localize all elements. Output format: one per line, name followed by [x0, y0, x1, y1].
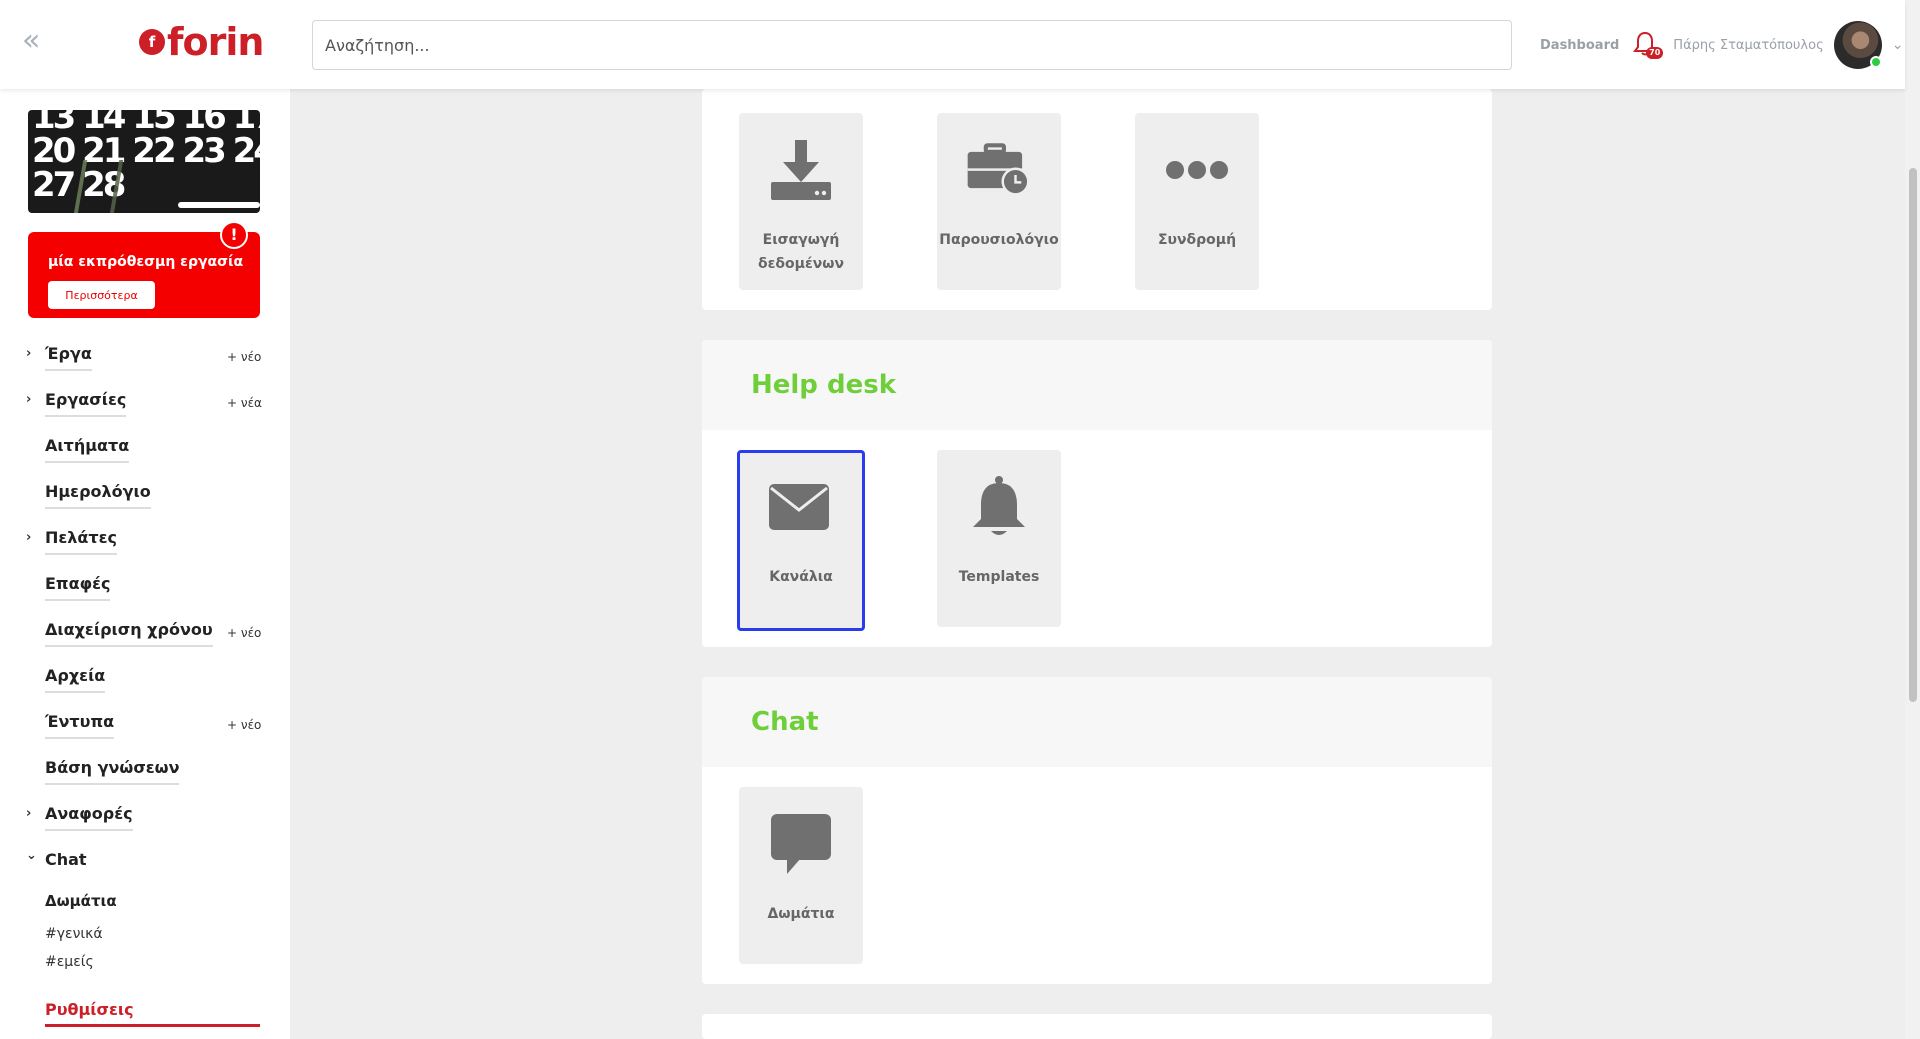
sidebar-item-label: Αιτήματα — [45, 436, 130, 463]
exclamation-icon: ! — [220, 221, 248, 249]
chevron-right-icon: › — [26, 346, 32, 361]
tile-label: Κανάλια — [740, 565, 862, 589]
sidebar-item-label: Αναφορές — [45, 804, 133, 831]
sidebar-sub-rooms[interactable]: Δωμάτια — [0, 888, 290, 922]
sidebar-item-contacts[interactable]: Επαφές — [0, 566, 290, 612]
sidebar-sub-label: #γενικά — [45, 926, 103, 942]
tile-label-line: Συνδρομή — [1157, 232, 1237, 248]
sidebar-item-label: Chat — [45, 850, 87, 869]
section-next-card — [702, 1014, 1492, 1039]
section-chat-card: Chat Δωμάτια — [702, 677, 1492, 984]
page-scrollbar[interactable] — [1905, 0, 1920, 1039]
chat-bubble-icon — [768, 811, 834, 877]
sidebar: 13 14 15 16 17 20 21 22 23 24 27 28 μία … — [0, 89, 290, 1039]
shelf-decoration — [178, 202, 260, 208]
sidebar-item-label: Εργασίες — [45, 390, 127, 417]
sidebar-item-label: Ημερολόγιο — [45, 482, 151, 509]
briefcase-clock-icon — [966, 137, 1032, 203]
tile-label: Δωμάτια — [739, 902, 863, 926]
more-dots-icon — [1164, 137, 1230, 203]
tile-label: Παρουσιολόγιο — [937, 228, 1061, 252]
tile-data-import[interactable]: Εισαγωγή δεδομένων — [739, 113, 863, 290]
sidebar-item-label: Ρυθμίσεις — [45, 1000, 134, 1019]
scrollbar-thumb[interactable] — [1909, 168, 1917, 702]
tile-label-line: δεδομένων — [758, 256, 844, 272]
sidebar-sub-label: #εμείς — [45, 954, 94, 970]
envelope-icon — [766, 474, 832, 540]
sidebar-item-label: Έντυπα — [45, 712, 115, 739]
section-header: Help desk — [702, 340, 1492, 430]
notifications-button[interactable]: 70 — [1633, 31, 1664, 59]
sidebar-item-label: Βάση γνώσεων — [45, 758, 180, 785]
active-indicator — [45, 1024, 260, 1027]
sidebar-item-time-management[interactable]: Διαχείριση χρόνου + νέο — [0, 612, 290, 658]
chevron-down-icon: ⌄ — [26, 848, 37, 863]
sidebar-sub-channel-general[interactable]: #γενικά — [0, 922, 290, 950]
top-header: « f forin Dashboard 70 Πάρης Σταματόπουλ… — [0, 0, 1905, 89]
tile-subscription[interactable]: Συνδρομή — [1135, 113, 1259, 290]
header-right: Dashboard 70 Πάρης Σταματόπουλος ⌄ — [1540, 21, 1904, 69]
new-task-link[interactable]: + νέα — [227, 396, 262, 410]
bell-icon — [966, 474, 1032, 540]
sidebar-item-settings[interactable]: Ρυθμίσεις — [0, 994, 290, 1034]
sidebar-nav: › Έργα + νέο › Εργασίες + νέα Αιτήματα Η… — [0, 336, 290, 1034]
chevron-right-icon: › — [26, 530, 32, 545]
download-tray-icon — [768, 137, 834, 203]
sidebar-item-requests[interactable]: Αιτήματα — [0, 428, 290, 474]
overdue-alert-text: μία εκπρόθεσμη εργασία — [48, 254, 244, 270]
logo-mark: f — [139, 29, 165, 55]
sidebar-sub-label: Δωμάτια — [45, 892, 117, 910]
tile-label-line: Δωμάτια — [767, 906, 835, 922]
section-header: Chat — [702, 677, 1492, 767]
tile-label: Templates — [937, 565, 1061, 589]
new-form-link[interactable]: + νέο — [227, 718, 261, 732]
notification-count-badge: 70 — [1646, 47, 1664, 59]
sidebar-item-files[interactable]: Αρχεία — [0, 658, 290, 704]
sidebar-item-label: Έργα — [45, 344, 92, 371]
tile-channels[interactable]: Κανάλια — [737, 450, 865, 631]
dashboard-link[interactable]: Dashboard — [1540, 38, 1619, 53]
sidebar-item-reports[interactable]: › Αναφορές — [0, 796, 290, 842]
section-title: Chat — [751, 707, 819, 737]
sidebar-item-label: Αρχεία — [45, 666, 106, 693]
tile-label-line: Παρουσιολόγιο — [939, 232, 1059, 248]
section-data-card: Εισαγωγή δεδομένων Παρουσιολόγιο Συνδρομ… — [702, 89, 1492, 310]
search-input[interactable] — [312, 20, 1512, 70]
chevron-right-icon: › — [26, 806, 32, 821]
tile-label: Συνδρομή — [1135, 228, 1259, 252]
sidebar-item-tasks[interactable]: › Εργασίες + νέα — [0, 382, 290, 428]
sidebar-item-knowledge-base[interactable]: Βάση γνώσεων — [0, 750, 290, 796]
sidebar-item-label: Διαχείριση χρόνου — [45, 620, 213, 647]
tile-rooms[interactable]: Δωμάτια — [739, 787, 863, 964]
new-project-link[interactable]: + νέο — [227, 350, 261, 364]
promo-calendar-image: 13 14 15 16 17 20 21 22 23 24 27 28 — [28, 110, 260, 213]
section-title: Help desk — [751, 370, 896, 400]
sidebar-sub-channel-us[interactable]: #εμείς — [0, 950, 290, 978]
chevron-right-icon: › — [26, 392, 32, 407]
logo[interactable]: f forin — [139, 20, 264, 64]
logo-text: forin — [167, 20, 264, 64]
avatar[interactable] — [1833, 21, 1882, 69]
online-status-dot — [1869, 56, 1882, 68]
more-button[interactable]: Περισσότερα — [48, 281, 155, 309]
tile-templates[interactable]: Templates — [937, 450, 1061, 627]
tile-label-line: Εισαγωγή — [762, 232, 840, 248]
section-helpdesk-card: Help desk Κανάλια Templates — [702, 340, 1492, 647]
sidebar-item-clients[interactable]: › Πελάτες — [0, 520, 290, 566]
sidebar-item-label: Επαφές — [45, 574, 111, 601]
collapse-sidebar-icon[interactable]: « — [22, 26, 46, 56]
new-time-entry-link[interactable]: + νέο — [227, 626, 261, 640]
calendar-numbers: 13 14 15 16 17 20 21 22 23 24 27 28 — [32, 110, 260, 205]
sidebar-item-forms[interactable]: Έντυπα + νέο — [0, 704, 290, 750]
sidebar-item-projects[interactable]: › Έργα + νέο — [0, 336, 290, 382]
tile-label-line: Κανάλια — [769, 569, 833, 585]
sidebar-item-chat[interactable]: ⌄ Chat — [0, 842, 290, 888]
tile-attendance[interactable]: Παρουσιολόγιο — [937, 113, 1061, 290]
user-name[interactable]: Πάρης Σταματόπουλος — [1673, 38, 1823, 53]
sidebar-item-label: Πελάτες — [45, 528, 118, 555]
sidebar-item-calendar[interactable]: Ημερολόγιο — [0, 474, 290, 520]
tile-label-line: Templates — [958, 569, 1040, 585]
chevron-down-icon[interactable]: ⌄ — [1892, 37, 1904, 53]
tile-label: Εισαγωγή δεδομένων — [739, 228, 863, 276]
